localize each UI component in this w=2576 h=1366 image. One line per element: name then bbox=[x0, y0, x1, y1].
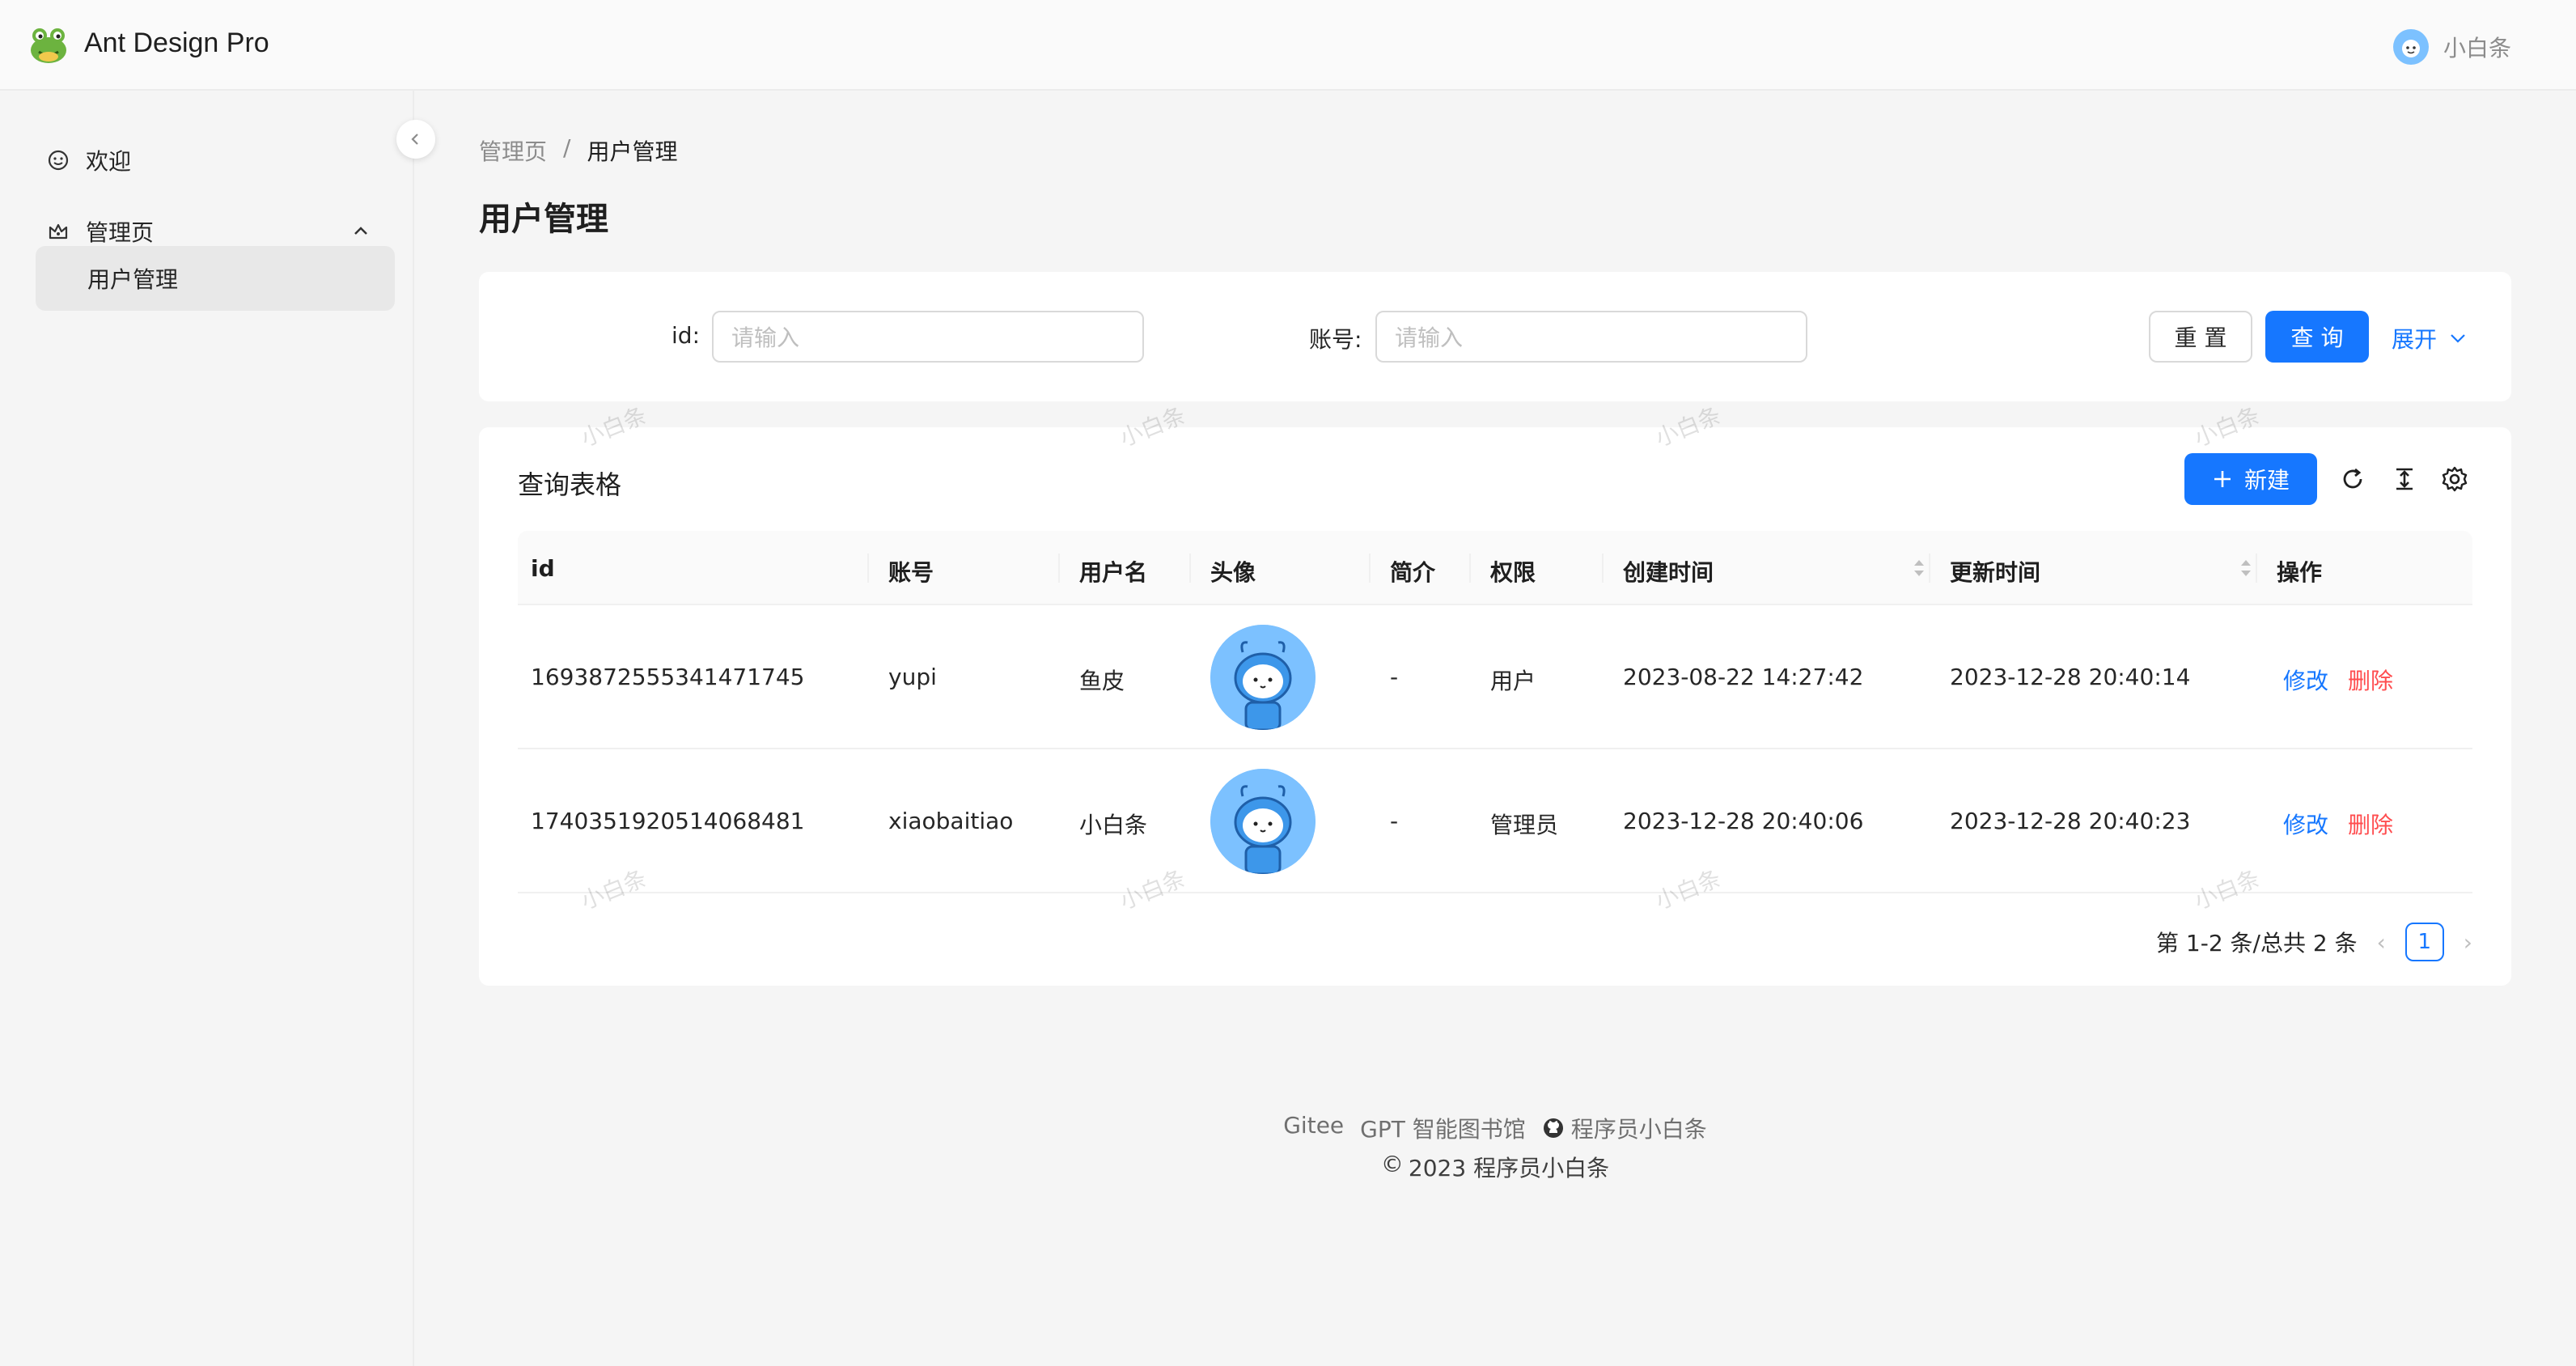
id-label: id: bbox=[672, 322, 700, 349]
footer-link-gitee[interactable]: Gitee bbox=[1283, 1112, 1344, 1144]
id-input[interactable]: 请输入 bbox=[712, 311, 1144, 363]
cell-id: 1740351920514068481 bbox=[531, 808, 805, 834]
copyright-icon: © bbox=[1380, 1151, 1404, 1177]
smile-icon bbox=[45, 147, 71, 173]
delete-link[interactable]: 删除 bbox=[2348, 808, 2393, 840]
table-row: 1693872555341471745 yupi 鱼皮 - 用户 2023-08… bbox=[518, 605, 2472, 749]
chevron-up-icon bbox=[351, 220, 371, 247]
footer-copyright: © 2023 程序员小白条 bbox=[414, 1151, 2576, 1183]
table-row: 1740351920514068481 xiaobaitiao 小白条 - 管理… bbox=[518, 749, 2472, 893]
plus-icon bbox=[2214, 471, 2231, 487]
top-header: Ant Design Pro 小白条 bbox=[0, 0, 2576, 91]
user-avatar[interactable] bbox=[2392, 29, 2429, 65]
cell-role: 管理员 bbox=[1490, 812, 1559, 838]
next-page-icon[interactable]: › bbox=[2464, 929, 2472, 956]
cell-created: 2023-08-22 14:27:42 bbox=[1623, 664, 1864, 690]
cell-account: xiaobaitiao bbox=[888, 808, 1014, 834]
reset-button[interactable]: 重 置 bbox=[2149, 311, 2252, 363]
breadcrumb-item-current: 用户管理 bbox=[587, 138, 678, 165]
avatar[interactable] bbox=[1210, 625, 1316, 730]
cell-created: 2023-12-28 20:40:06 bbox=[1623, 808, 1864, 834]
breadcrumb-separator: / bbox=[563, 134, 571, 161]
settings-icon[interactable] bbox=[2438, 463, 2471, 495]
cell-id: 1693872555341471745 bbox=[531, 664, 805, 690]
pagination-summary: 第 1-2 条/总共 2 条 bbox=[2156, 930, 2358, 957]
user-menu[interactable]: 小白条 bbox=[2392, 29, 2511, 65]
frog-logo-icon[interactable] bbox=[26, 24, 71, 66]
crown-icon bbox=[45, 218, 71, 244]
column-header-username: 用户名 bbox=[1079, 559, 1148, 586]
cell-role: 用户 bbox=[1490, 668, 1536, 694]
new-button[interactable]: 新建 bbox=[2184, 453, 2317, 505]
column-header-actions: 操作 bbox=[2277, 559, 2323, 586]
column-header-id: id bbox=[531, 555, 555, 582]
column-header-bio: 简介 bbox=[1390, 559, 1436, 586]
sidebar-collapse-button[interactable] bbox=[396, 120, 435, 159]
cell-username: 小白条 bbox=[1079, 812, 1148, 838]
expand-label: 展开 bbox=[2392, 326, 2438, 353]
github-icon bbox=[1543, 1118, 1563, 1138]
column-header-created[interactable]: 创建时间 bbox=[1623, 555, 1714, 588]
cell-account: yupi bbox=[888, 664, 937, 690]
column-header-account: 账号 bbox=[888, 559, 934, 586]
query-button[interactable]: 查 询 bbox=[2265, 311, 2369, 363]
cell-bio: - bbox=[1390, 808, 1399, 834]
edit-link[interactable]: 修改 bbox=[2283, 664, 2328, 696]
chevron-down-icon bbox=[2451, 334, 2465, 343]
table-header: id 账号 用户名 头像 简介 权限 创建时间 更新时间 操作 bbox=[518, 531, 2472, 605]
reload-icon[interactable] bbox=[2337, 463, 2369, 495]
prev-page-icon[interactable]: ‹ bbox=[2377, 929, 2386, 956]
sidebar: 欢迎 管理页 用户管理 bbox=[0, 91, 414, 1366]
page-title: 用户管理 bbox=[479, 201, 608, 238]
new-button-label: 新建 bbox=[2243, 467, 2290, 494]
cell-bio: - bbox=[1390, 664, 1399, 690]
sidebar-item-label: 欢迎 bbox=[86, 148, 132, 175]
cell-updated: 2023-12-28 20:40:23 bbox=[1950, 808, 2191, 834]
copyright-text: 2023 程序员小白条 bbox=[1408, 1155, 1610, 1181]
cell-username: 鱼皮 bbox=[1079, 668, 1125, 694]
account-input[interactable]: 请输入 bbox=[1375, 311, 1807, 363]
page-number[interactable]: 1 bbox=[2404, 923, 2444, 961]
sidebar-item-welcome[interactable]: 欢迎 bbox=[36, 129, 395, 191]
column-header-avatar: 头像 bbox=[1210, 559, 1256, 586]
pagination: 第 1-2 条/总共 2 条 ‹ 1 › bbox=[2156, 923, 2472, 961]
column-height-icon[interactable] bbox=[2388, 463, 2421, 495]
sort-icon bbox=[2241, 560, 2251, 576]
breadcrumb: 管理页 / 用户管理 bbox=[479, 134, 677, 167]
sidebar-item-label: 用户管理 bbox=[87, 266, 179, 293]
column-header-updated[interactable]: 更新时间 bbox=[1950, 555, 2040, 588]
chevron-left-icon bbox=[411, 134, 418, 145]
cell-updated: 2023-12-28 20:40:14 bbox=[1950, 664, 2191, 690]
column-header-role: 权限 bbox=[1490, 559, 1536, 586]
footer-link-library[interactable]: GPT 智能图书馆 bbox=[1360, 1112, 1526, 1144]
footer-links: Gitee GPT 智能图书馆 程序员小白条 bbox=[414, 1112, 2576, 1144]
sidebar-item-user-management[interactable]: 用户管理 bbox=[36, 246, 395, 311]
table-card: 查询表格 新建 id 账号 用户名 头像 简介 权限 创建时间 更新时间 操作 … bbox=[479, 427, 2511, 986]
avatar[interactable] bbox=[1210, 769, 1316, 874]
user-name[interactable]: 小白条 bbox=[2443, 31, 2511, 63]
sidebar-item-label: 管理页 bbox=[86, 219, 155, 246]
table-title: 查询表格 bbox=[518, 469, 622, 500]
account-label: 账号: bbox=[1309, 326, 1362, 353]
expand-toggle[interactable]: 展开 bbox=[2392, 322, 2468, 354]
app-title: Ant Design Pro bbox=[84, 28, 269, 58]
sort-icon bbox=[1914, 560, 1924, 576]
edit-link[interactable]: 修改 bbox=[2283, 808, 2328, 840]
breadcrumb-item-admin[interactable]: 管理页 bbox=[479, 134, 547, 167]
footer-link-github[interactable]: 程序员小白条 bbox=[1542, 1112, 1707, 1144]
delete-link[interactable]: 删除 bbox=[2348, 664, 2393, 696]
search-form: id: 请输入 账号: 请输入 重 置 查 询 展开 bbox=[479, 272, 2511, 401]
footer-link-label: 程序员小白条 bbox=[1570, 1116, 1707, 1143]
